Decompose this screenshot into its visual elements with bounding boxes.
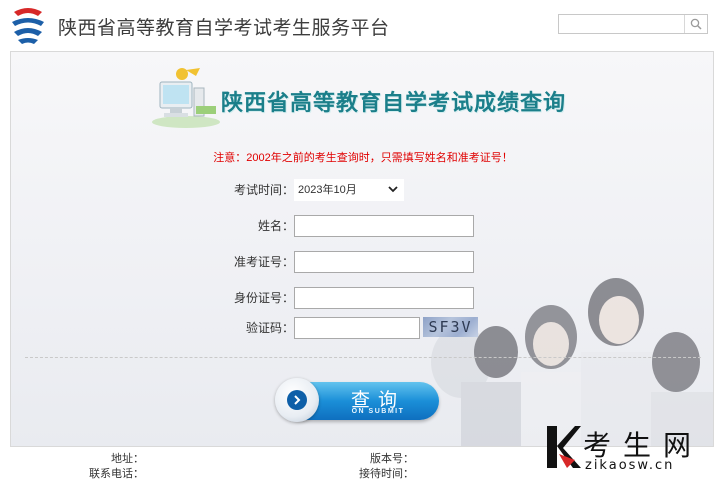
- version-label: 版本号：: [370, 453, 414, 465]
- address-label: 地址：: [111, 453, 144, 465]
- reception-label: 接待时间：: [359, 468, 414, 480]
- name-label: 姓名：: [257, 219, 294, 233]
- computer-icon: [152, 68, 220, 128]
- phone-label: 联系电话：: [89, 468, 144, 480]
- exam-time-label: 考试时间：: [233, 183, 294, 197]
- chevron-right-icon: [287, 390, 307, 410]
- ticket-input[interactable]: [294, 251, 474, 273]
- query-panel: 陕西省高等教育自学考试成绩查询 注意：2002年之前的考生查询时，只需填写姓名和…: [10, 51, 714, 447]
- notice-text: 注意：2002年之前的考生查询时，只需填写姓名和准考证号！: [213, 152, 513, 164]
- submit-sub-label: ON SUBMIT: [351, 408, 405, 415]
- id-card-label: 身份证号：: [233, 291, 294, 305]
- watermark-k-logo: [547, 426, 581, 468]
- captcha-input[interactable]: [294, 317, 420, 339]
- exam-time-value: 2023年10月: [298, 184, 357, 196]
- search-icon: [690, 18, 702, 30]
- search-input[interactable]: [559, 15, 685, 33]
- name-input[interactable]: [294, 215, 474, 237]
- ticket-label: 准考证号：: [233, 255, 294, 269]
- watermark-url: zikaosw.cn: [585, 458, 675, 473]
- captcha-image[interactable]: SF3V: [423, 317, 478, 337]
- page-title: 陕西省高等教育自学考试成绩查询: [221, 90, 567, 115]
- search-box: [558, 14, 708, 34]
- submit-button[interactable]: 查询 ON SUBMIT: [271, 376, 441, 424]
- search-button[interactable]: [684, 15, 707, 33]
- captcha-label: 验证码：: [245, 321, 294, 335]
- captcha-row: 验证码： SF3V: [11, 317, 713, 339]
- id-card-input[interactable]: [294, 287, 474, 309]
- chevron-down-icon: [388, 186, 398, 193]
- site-title: 陕西省高等教育自学考试考生服务平台: [58, 18, 390, 39]
- watermark: 考生网 zikaosw.cn: [545, 422, 725, 484]
- logo-icon: [12, 8, 44, 44]
- divider: [25, 357, 701, 358]
- header: 陕西省高等教育自学考试考生服务平台: [0, 0, 727, 50]
- exam-time-select[interactable]: 2023年10月: [294, 179, 404, 201]
